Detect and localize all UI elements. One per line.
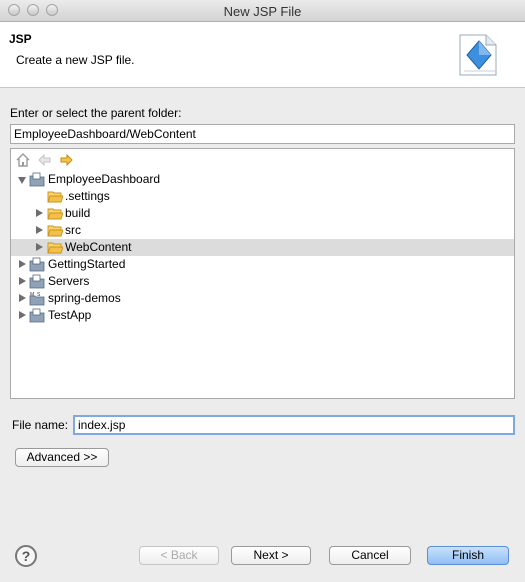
chevron-down-icon[interactable] bbox=[18, 177, 26, 184]
file-name-label: File name: bbox=[12, 418, 69, 432]
parent-folder-input[interactable]: EmployeeDashboard/WebContent bbox=[10, 124, 515, 144]
advanced-button[interactable]: Advanced >> bbox=[15, 448, 109, 467]
back-button[interactable]: < Back bbox=[139, 546, 219, 565]
project-icon bbox=[29, 172, 45, 187]
chevron-right-icon[interactable] bbox=[36, 209, 43, 217]
new-jsp-file-dialog: New JSP File JSP Create a new JSP file. … bbox=[0, 0, 525, 582]
project-tree[interactable]: EmployeeDashboard .settings build src We… bbox=[10, 148, 515, 399]
forward-arrow-icon[interactable] bbox=[58, 152, 74, 168]
tree-toolbar bbox=[15, 152, 75, 170]
chevron-right-icon[interactable] bbox=[36, 243, 43, 251]
tree-item-label: TestApp bbox=[48, 308, 92, 322]
folder-icon bbox=[47, 242, 63, 254]
folder-icon bbox=[47, 225, 63, 237]
parent-folder-label: Enter or select the parent folder: bbox=[10, 106, 182, 120]
project-icon bbox=[29, 257, 45, 272]
title-bar: New JSP File bbox=[0, 0, 525, 22]
page-description: Create a new JSP file. bbox=[16, 53, 135, 67]
tree-item-label: .settings bbox=[65, 189, 110, 203]
folder-icon bbox=[47, 191, 63, 203]
jsp-wizard-icon bbox=[459, 34, 497, 76]
tree-item-spring-demos[interactable]: M S spring-demos bbox=[11, 290, 514, 307]
tree-item-src[interactable]: src bbox=[11, 222, 514, 239]
tree-item-label: src bbox=[65, 223, 81, 237]
tree-item-settings[interactable]: .settings bbox=[11, 188, 514, 205]
help-icon[interactable]: ? bbox=[15, 545, 37, 567]
tree-item-webcontent[interactable]: WebContent bbox=[11, 239, 514, 256]
folder-icon bbox=[47, 208, 63, 220]
file-name-input[interactable]: index.jsp bbox=[73, 415, 515, 435]
home-icon[interactable] bbox=[15, 152, 31, 168]
chevron-right-icon[interactable] bbox=[19, 277, 26, 285]
project-icon bbox=[29, 308, 45, 323]
tree-item-label: build bbox=[65, 206, 91, 220]
tree-item-testapp[interactable]: TestApp bbox=[11, 307, 514, 324]
tree-item-label: EmployeeDashboard bbox=[48, 172, 161, 186]
tree-item-label: WebContent bbox=[65, 240, 132, 254]
tree-item-employeedashboard[interactable]: EmployeeDashboard bbox=[11, 171, 514, 188]
project-icon bbox=[29, 274, 45, 289]
chevron-right-icon[interactable] bbox=[19, 260, 26, 268]
maven-project-icon: M S bbox=[29, 292, 45, 306]
finish-button[interactable]: Finish bbox=[427, 546, 509, 565]
window-title: New JSP File bbox=[223, 4, 302, 19]
page-title: JSP bbox=[9, 32, 32, 46]
wizard-header: JSP Create a new JSP file. bbox=[0, 22, 525, 88]
next-button[interactable]: Next > bbox=[231, 546, 311, 565]
tree-item-gettingstarted[interactable]: GettingStarted bbox=[11, 256, 514, 273]
chevron-right-icon[interactable] bbox=[19, 311, 26, 319]
chevron-right-icon[interactable] bbox=[36, 226, 43, 234]
chevron-right-icon[interactable] bbox=[19, 294, 26, 302]
tree-item-label: Servers bbox=[48, 274, 90, 288]
tree-item-servers[interactable]: Servers bbox=[11, 273, 514, 290]
tree-item-label: spring-demos bbox=[48, 291, 121, 305]
tree-item-label: GettingStarted bbox=[48, 257, 126, 271]
back-arrow-icon[interactable] bbox=[37, 152, 53, 168]
cancel-button[interactable]: Cancel bbox=[329, 546, 411, 565]
svg-text:M: M bbox=[30, 292, 34, 298]
tree-item-build[interactable]: build bbox=[11, 205, 514, 222]
